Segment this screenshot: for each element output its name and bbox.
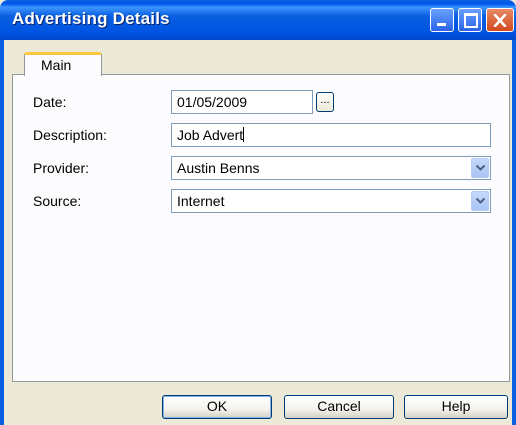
- minimize-button[interactable]: [430, 8, 454, 32]
- text-caret: [243, 127, 245, 142]
- source-label: Source:: [33, 193, 82, 209]
- date-field[interactable]: 01/05/2009: [171, 90, 313, 114]
- window-frame-left: [0, 40, 4, 425]
- tab-main[interactable]: Main: [24, 52, 102, 76]
- close-icon: [493, 14, 507, 27]
- tab-panel-main: Date: 01/05/2009 ... Description: Job Ad…: [12, 74, 510, 382]
- source-value: Internet: [177, 193, 225, 209]
- tab-main-label: Main: [41, 57, 72, 73]
- maximize-button[interactable]: [458, 8, 482, 32]
- provider-label: Provider:: [33, 160, 90, 176]
- provider-select[interactable]: Austin Benns: [171, 156, 491, 180]
- close-button[interactable]: [486, 8, 514, 32]
- provider-value: Austin Benns: [177, 160, 260, 176]
- window-title: Advertising Details: [12, 9, 170, 28]
- provider-dropdown-button[interactable]: [471, 158, 489, 178]
- date-picker-button[interactable]: ...: [316, 92, 334, 112]
- help-button[interactable]: Help: [404, 395, 508, 419]
- date-value: 01/05/2009: [177, 94, 248, 110]
- description-field[interactable]: Job Advert: [171, 123, 491, 147]
- window-frame-right: [512, 40, 516, 425]
- advertising-details-dialog: Advertising Details Main Date: 01/05/200…: [0, 0, 516, 425]
- cancel-button[interactable]: Cancel: [284, 395, 394, 419]
- ok-button[interactable]: OK: [162, 395, 272, 419]
- description-label: Description:: [33, 127, 107, 143]
- date-picker-button-label: ...: [320, 94, 330, 106]
- date-label: Date:: [33, 94, 67, 110]
- source-dropdown-button[interactable]: [471, 191, 489, 211]
- tab-strip: Main: [10, 46, 510, 76]
- source-select[interactable]: Internet: [171, 189, 491, 213]
- description-value: Job Advert: [177, 127, 244, 143]
- chevron-down-icon: [475, 197, 486, 204]
- chevron-down-icon: [475, 164, 486, 171]
- title-bar[interactable]: Advertising Details: [0, 0, 516, 40]
